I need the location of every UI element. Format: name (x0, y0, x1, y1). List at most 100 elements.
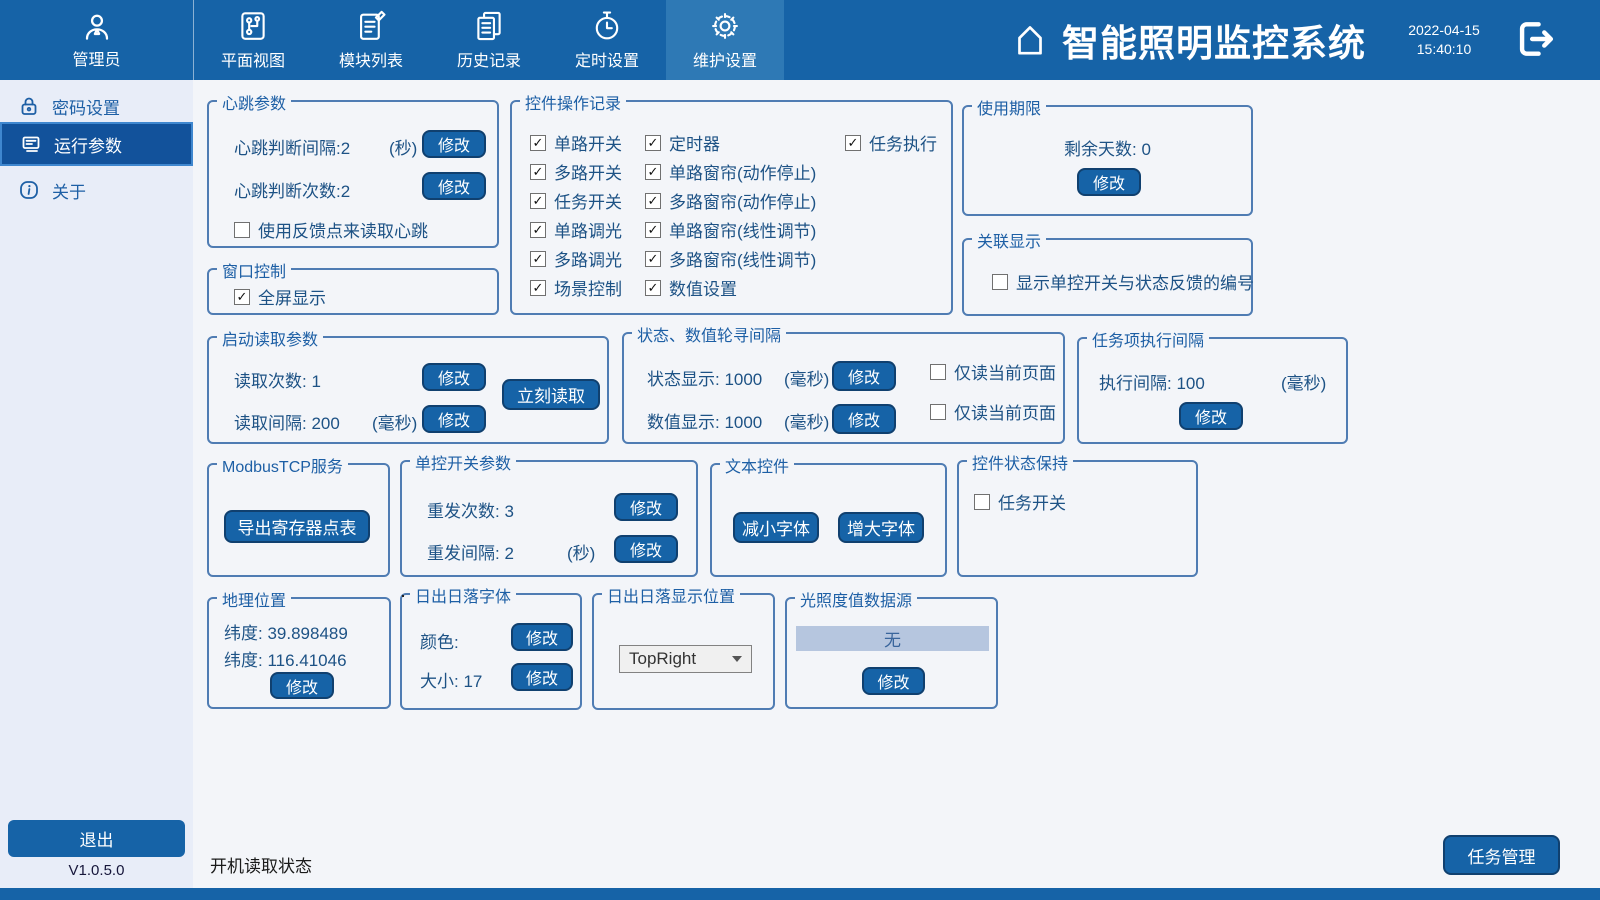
op-record-row[interactable]: 多路窗帘(动作停止) (645, 188, 816, 213)
value-current-page-row[interactable]: 仅读当前页面 (930, 399, 1056, 424)
checkbox-label: 使用反馈点来读取心跳 (258, 217, 428, 242)
checkbox-label: 全屏显示 (258, 284, 326, 309)
checkbox-label: 场景控制 (554, 275, 622, 300)
checkbox-label: 单路窗帘(线性调节) (669, 217, 816, 242)
checkbox[interactable] (645, 222, 661, 238)
op-record-row[interactable]: 任务执行 (845, 130, 937, 155)
op-record-row[interactable]: 场景控制 (530, 275, 622, 300)
checkbox[interactable] (530, 164, 546, 180)
nav-item-plan-view[interactable]: 平面视图 (194, 0, 312, 80)
task-manage-button[interactable]: 任务管理 (1443, 835, 1560, 875)
op-record-row[interactable]: 数值设置 (645, 275, 737, 300)
assoc-display-row[interactable]: 显示单控开关与状态反馈的编号 (992, 269, 1254, 294)
op-record-row[interactable]: 单路窗帘(动作停止) (645, 159, 816, 184)
op-record-row[interactable]: 任务开关 (530, 188, 622, 213)
checkbox[interactable] (530, 193, 546, 209)
modify-heartbeat-interval-button[interactable]: 修改 (422, 130, 486, 158)
checkbox[interactable] (530, 222, 546, 238)
info-icon (17, 178, 41, 202)
longitude-label: 纬度: 116.41046 (224, 646, 347, 671)
group-title: 关联显示 (972, 228, 1046, 252)
group-window-control: 窗口控制 全屏显示 (207, 268, 499, 315)
remaining-days-label: 剩余天数: 0 (964, 135, 1251, 160)
exec-interval-label: 执行间隔: 100 (1099, 369, 1205, 394)
checkbox[interactable] (930, 404, 946, 420)
nav-item-timer-settings[interactable]: 定时设置 (548, 0, 666, 80)
checkbox[interactable] (645, 135, 661, 151)
modify-resend-count-button[interactable]: 修改 (614, 493, 678, 521)
op-record-row[interactable]: 单路窗帘(线性调节) (645, 217, 816, 242)
feedback-heartbeat-row[interactable]: 使用反馈点来读取心跳 (234, 217, 428, 242)
modify-lux-source-button[interactable]: 修改 (862, 667, 925, 695)
time-text: 15:40:10 (1398, 40, 1490, 59)
op-record-row[interactable]: 多路开关 (530, 159, 622, 184)
op-record-row[interactable]: 定时器 (645, 130, 720, 155)
resend-interval-unit: (秒) (567, 539, 595, 564)
modify-resend-interval-button[interactable]: 修改 (614, 535, 678, 563)
checkbox[interactable] (645, 251, 661, 267)
export-register-table-button[interactable]: 导出寄存器点表 (224, 510, 370, 543)
read-interval-unit: (毫秒) (372, 409, 417, 434)
admin-label: 管理员 (72, 46, 120, 70)
group-title: 心跳参数 (217, 90, 291, 114)
checkbox[interactable] (234, 289, 250, 305)
user-icon (81, 11, 113, 43)
fullscreen-row[interactable]: 全屏显示 (234, 284, 326, 309)
modify-value-display-button[interactable]: 修改 (832, 404, 896, 434)
font-size-label: 大小: 17 (420, 667, 482, 692)
checkbox[interactable] (992, 274, 1008, 290)
logout-button[interactable] (1512, 17, 1556, 61)
modify-font-size-button[interactable]: 修改 (511, 663, 573, 691)
exit-button[interactable]: 退出 (8, 820, 185, 857)
sidebar-item-run-params[interactable]: 运行参数 (0, 122, 193, 166)
modify-geo-button[interactable]: 修改 (270, 672, 334, 699)
modify-heartbeat-count-button[interactable]: 修改 (422, 172, 486, 200)
checkbox[interactable] (645, 193, 661, 209)
decrease-font-button[interactable]: 减小字体 (733, 512, 819, 543)
checkbox-label: 多路调光 (554, 246, 622, 271)
modify-exec-interval-button[interactable]: 修改 (1179, 402, 1243, 430)
checkbox[interactable] (845, 135, 861, 151)
checkbox-label: 任务执行 (869, 130, 937, 155)
modify-usage-period-button[interactable]: 修改 (1077, 168, 1141, 196)
checkbox[interactable] (530, 135, 546, 151)
nav-item-history[interactable]: 历史记录 (430, 0, 548, 80)
op-record-row[interactable]: 单路开关 (530, 130, 622, 155)
checkbox-label: 单路开关 (554, 130, 622, 155)
history-icon (472, 9, 506, 43)
nav-item-module-list[interactable]: 模块列表 (312, 0, 430, 80)
modify-read-count-button[interactable]: 修改 (422, 363, 486, 391)
group-title: 窗口控制 (217, 258, 291, 282)
checkbox[interactable] (974, 494, 990, 510)
modify-font-color-button[interactable]: 修改 (511, 623, 573, 651)
op-record-row[interactable]: 多路窗帘(线性调节) (645, 246, 816, 271)
bottom-strip (0, 888, 1600, 900)
checkbox[interactable] (930, 364, 946, 380)
position-select[interactable]: TopRight (619, 645, 752, 673)
sidebar-item-password-settings[interactable]: 密码设置 (0, 86, 193, 126)
increase-font-button[interactable]: 增大字体 (838, 512, 924, 543)
checkbox-label: 任务开关 (998, 489, 1066, 514)
group-title: ModbusTCP服务 (217, 453, 348, 477)
group-startup-read: 启动读取参数 读取次数: 1 修改 读取间隔: 200 (毫秒) 修改 立刻读取 (207, 336, 609, 444)
checkbox[interactable] (530, 251, 546, 267)
app-title: 智能照明监控系统 (1062, 13, 1366, 67)
op-record-row[interactable]: 单路调光 (530, 217, 622, 242)
top-bar: 管理员 平面视图 模块列表 (0, 0, 1600, 80)
sidebar-item-about[interactable]: 关于 (0, 170, 193, 210)
checkbox-label: 单路调光 (554, 217, 622, 242)
read-now-button[interactable]: 立刻读取 (502, 379, 600, 410)
modify-read-interval-button[interactable]: 修改 (422, 405, 486, 433)
checkbox[interactable] (645, 164, 661, 180)
group-single-switch-params: 单控开关参数 重发次数: 3 修改 重发间隔: 2 (秒) 修改 (400, 460, 698, 577)
op-record-row[interactable]: 多路调光 (530, 246, 622, 271)
checkbox[interactable] (645, 280, 661, 296)
checkbox[interactable] (234, 222, 250, 238)
nav-item-maintenance-settings[interactable]: 维护设置 (666, 0, 784, 80)
task-switch-row[interactable]: 任务开关 (974, 489, 1066, 514)
status-display-unit: (毫秒) (784, 365, 829, 390)
status-current-page-row[interactable]: 仅读当前页面 (930, 359, 1056, 384)
checkbox-label: 仅读当前页面 (954, 359, 1056, 384)
checkbox[interactable] (530, 280, 546, 296)
modify-status-display-button[interactable]: 修改 (832, 361, 896, 391)
